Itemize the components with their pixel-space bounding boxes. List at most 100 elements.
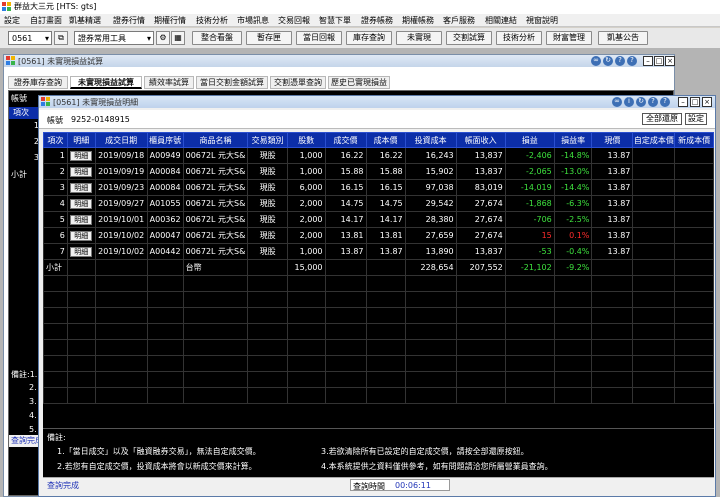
tech-analysis-button[interactable]: 技術分析 xyxy=(496,31,542,45)
window-titlebar[interactable]: [0561] 未實現損益試算 ∞ ↻ ? ? – □ × xyxy=(4,55,675,67)
menu-item-window-help[interactable]: 視窗說明 xyxy=(526,15,558,26)
col-header[interactable]: 損益率 xyxy=(553,132,593,148)
maximize-icon[interactable]: □ xyxy=(654,56,664,66)
col-header[interactable]: 商品名稱 xyxy=(182,132,249,148)
empty-row xyxy=(43,387,714,404)
tab-performance[interactable]: 績效率試算 xyxy=(144,76,194,89)
table-row[interactable]: 6 明細 2019/10/02 A00047 00672L 元大S& 現股 2,000 13.… xyxy=(43,227,714,244)
menu-item-stock-account[interactable]: 證券帳務 xyxy=(361,15,393,26)
gear-icon[interactable]: ⚙ xyxy=(156,31,170,45)
menu-item-stock-quotes[interactable]: 證券行情 xyxy=(113,15,145,26)
menu-item-featured[interactable]: 凱基精選 xyxy=(69,15,101,26)
grid-icon[interactable]: ▦ xyxy=(171,31,185,45)
settings-button[interactable]: 設定 xyxy=(685,113,707,125)
menu-item-trade-report[interactable]: 交易回報 xyxy=(278,15,310,26)
announcement-button[interactable]: 凱基公告 xyxy=(598,31,648,45)
col-header[interactable]: 明細 xyxy=(66,132,96,148)
tool-select[interactable]: 證券常用工具 ▾ xyxy=(74,31,154,45)
empty-cell xyxy=(591,307,634,324)
table-row[interactable]: 7 明細 2019/10/02 A00442 00672L 元大S& 現股 1,000 13.… xyxy=(43,243,714,260)
link-icon[interactable]: ∞ xyxy=(591,56,601,66)
col-header[interactable]: 自定成本價 xyxy=(632,132,676,148)
col-header[interactable]: 現價 xyxy=(591,132,634,148)
tab-inventory[interactable]: 證券庫存查詢 xyxy=(8,76,68,89)
detail-button[interactable]: 明細 xyxy=(70,214,93,225)
menu-item-custom-screen[interactable]: 自訂畫面 xyxy=(30,15,62,26)
table-row[interactable]: 1 明細 2019/09/18 A00949 00672L 元大S& 現股 1,000 16.… xyxy=(43,147,714,164)
temp-box-button[interactable]: 暫存匣 xyxy=(246,31,292,45)
detail-button[interactable]: 明細 xyxy=(70,198,93,209)
help-icon[interactable]: ? xyxy=(615,56,625,66)
menu-item-customer-service[interactable]: 客戶服務 xyxy=(443,15,475,26)
menu-item-futures-account[interactable]: 期權帳務 xyxy=(402,15,434,26)
tab-unrealized[interactable]: 未實現損益試算 xyxy=(70,76,142,89)
empty-cell xyxy=(455,387,506,404)
empty-cell xyxy=(591,387,634,404)
detail-button[interactable]: 明細 xyxy=(70,150,93,161)
menu-item-futures-quotes[interactable]: 期權行情 xyxy=(154,15,186,26)
col-header[interactable]: 帳面收入 xyxy=(455,132,506,148)
table-cell: 16.22 xyxy=(324,147,367,164)
table-row[interactable]: 4 明細 2019/09/27 A01055 00672L 元大S& 現股 2,000 14.… xyxy=(43,195,714,212)
help-icon[interactable]: ? xyxy=(648,97,658,107)
wealth-mgmt-button[interactable]: 財富管理 xyxy=(546,31,592,45)
table-cell: 13.87 xyxy=(591,163,634,180)
unrealized-button[interactable]: 未實現 xyxy=(396,31,442,45)
table-row[interactable]: 3 明細 2019/09/23 A00084 00672L 元大S& 現股 6,000 16.… xyxy=(43,179,714,196)
integrated-view-button[interactable]: 整合看盤 xyxy=(192,31,242,45)
col-header[interactable]: 櫃員序號 xyxy=(146,132,184,148)
clear-all-button[interactable]: 全部還原 xyxy=(642,113,682,125)
stock-code-combo[interactable]: 0561 ▾ xyxy=(8,31,52,45)
note-2: 2.若您有自定成交價，投資成本將會以新成交價來計算。 xyxy=(57,462,257,471)
arrow-icon[interactable]: ↻ xyxy=(636,97,646,107)
empty-cell xyxy=(43,307,68,324)
tab-realized-history[interactable]: 歷史已實現損益 xyxy=(328,76,390,89)
maximize-icon[interactable]: □ xyxy=(690,97,700,107)
detail-button[interactable]: 明細 xyxy=(70,166,93,177)
table-cell xyxy=(632,195,676,212)
info-icon[interactable]: i xyxy=(624,97,634,107)
table-row[interactable]: 2 明細 2019/09/19 A00084 00672L 元大S& 現股 1,000 15.… xyxy=(43,163,714,180)
copy-icon[interactable]: ⧉ xyxy=(54,31,68,45)
col-header[interactable]: 成交價 xyxy=(324,132,367,148)
col-header[interactable]: 新成本價 xyxy=(674,132,714,148)
table-cell: 5 xyxy=(43,211,68,228)
menu-item-technical[interactable]: 技術分析 xyxy=(196,15,228,26)
detail-button[interactable]: 明細 xyxy=(70,230,93,241)
menu-item-settings[interactable]: 設定 xyxy=(4,15,20,26)
close-icon[interactable]: × xyxy=(702,97,712,107)
table-cell: 2019/09/18 xyxy=(94,147,148,164)
minimize-icon[interactable]: – xyxy=(643,56,653,66)
empty-cell xyxy=(66,355,96,372)
subtotal-cell: 228,654 xyxy=(404,259,457,276)
window-titlebar[interactable]: [0561] 未實現損益明細 ∞ i ↻ ? ? – □ × xyxy=(39,96,715,108)
detail-button[interactable]: 明細 xyxy=(70,182,93,193)
inventory-query-button[interactable]: 庫存查詢 xyxy=(346,31,392,45)
menu-item-links[interactable]: 相關連結 xyxy=(485,15,517,26)
col-header[interactable]: 成本價 xyxy=(365,132,406,148)
table-cell: A01055 xyxy=(146,195,184,212)
help-icon-2[interactable]: ? xyxy=(660,97,670,107)
col-header[interactable]: 投資成本 xyxy=(404,132,457,148)
link-icon[interactable]: ∞ xyxy=(612,97,622,107)
arrow-icon[interactable]: ↻ xyxy=(603,56,613,66)
menu-item-market-info[interactable]: 市場訊息 xyxy=(237,15,269,26)
tab-settlement-voucher[interactable]: 交割憑單查詢 xyxy=(270,76,326,89)
table-cell xyxy=(632,227,676,244)
help-icon-2[interactable]: ? xyxy=(627,56,637,66)
close-icon[interactable]: × xyxy=(665,56,675,66)
col-header[interactable]: 股數 xyxy=(286,132,326,148)
col-header[interactable]: 項次 xyxy=(43,132,68,148)
settlement-calc-button[interactable]: 交割試算 xyxy=(446,31,492,45)
minimize-icon[interactable]: – xyxy=(678,97,688,107)
tab-daily-settlement[interactable]: 當日交割金額試算 xyxy=(196,76,268,89)
col-header[interactable]: 成交日期 xyxy=(94,132,148,148)
menu-item-smart-order[interactable]: 智慧下單 xyxy=(319,15,351,26)
table-row[interactable]: 5 明細 2019/10/01 A00362 00672L 元大S& 現股 2,000 14.… xyxy=(43,211,714,228)
empty-cell xyxy=(182,339,249,356)
col-header[interactable]: 損益 xyxy=(504,132,555,148)
col-header[interactable]: 交易類別 xyxy=(247,132,288,148)
daily-report-button[interactable]: 當日回報 xyxy=(296,31,342,45)
table-cell: 明細 xyxy=(66,163,96,180)
detail-button[interactable]: 明細 xyxy=(70,246,93,257)
